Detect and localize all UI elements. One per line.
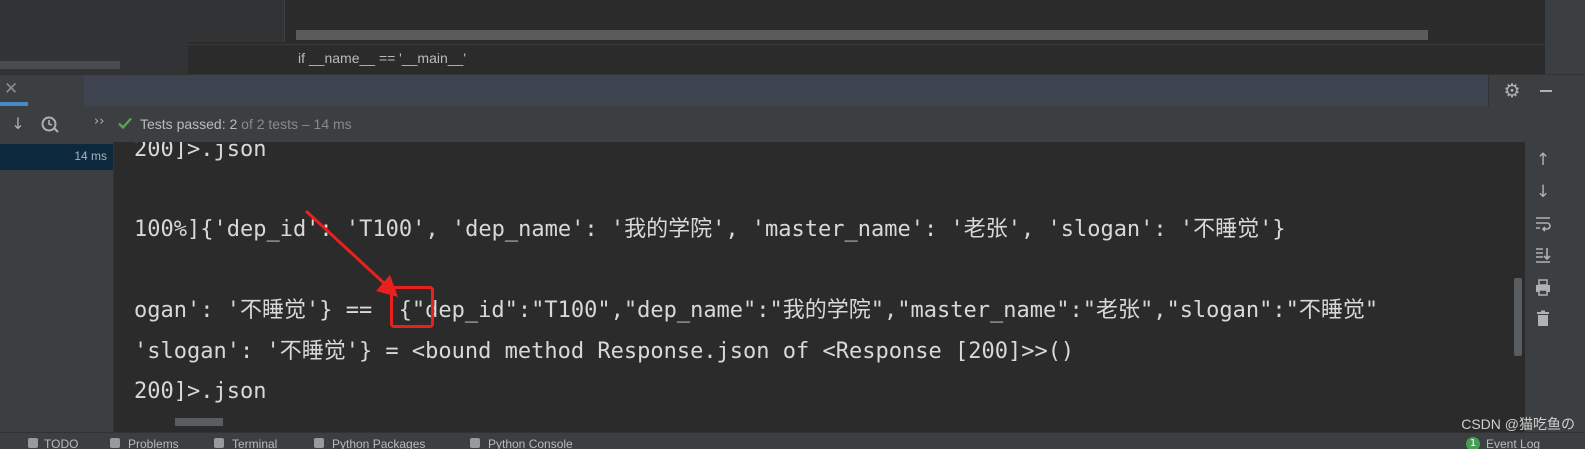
gear-icon[interactable]: ⚙ bbox=[1502, 81, 1522, 101]
console-line: ogan': '不睡觉'} == '{"dep_id":"T100","dep_… bbox=[134, 298, 1379, 323]
problems-icon bbox=[110, 438, 120, 448]
editor-area: if __name__ == '__main__' bbox=[0, 0, 1585, 74]
right-sidebar-strip bbox=[1545, 0, 1585, 74]
tool-tab-problems[interactable]: Problems bbox=[128, 437, 179, 449]
arrow-down-icon[interactable]: ↓ bbox=[1533, 182, 1553, 202]
editor-horizontal-scrollbar[interactable] bbox=[296, 30, 1428, 40]
trash-icon[interactable] bbox=[1533, 310, 1553, 330]
print-icon[interactable] bbox=[1533, 278, 1553, 298]
close-icon[interactable]: ✕ bbox=[4, 81, 18, 98]
event-log-badge: 1 bbox=[1466, 437, 1480, 449]
tests-summary-label: of 2 tests – 14 ms bbox=[237, 116, 352, 132]
tool-tab-python-packages[interactable]: Python Packages bbox=[332, 437, 425, 449]
breadcrumb-bar: if __name__ == '__main__' bbox=[188, 44, 1585, 73]
tool-tab-todo[interactable]: TODO bbox=[44, 437, 78, 449]
test-tree: 14 ms bbox=[0, 142, 114, 432]
project-panel-strip bbox=[0, 0, 188, 74]
tool-tab-event-log[interactable]: Event Log bbox=[1486, 437, 1540, 449]
console-line: 100%]{'dep_id': 'T100', 'dep_name': '我的学… bbox=[134, 217, 1286, 242]
test-tree-row-selected[interactable]: 14 ms bbox=[0, 144, 113, 170]
console-line: 200]>.json bbox=[134, 379, 267, 404]
todo-icon bbox=[28, 438, 38, 448]
soft-wrap-icon[interactable] bbox=[1533, 214, 1553, 234]
scroll-to-end-icon[interactable] bbox=[1533, 246, 1553, 266]
tab-segment[interactable] bbox=[456, 75, 827, 107]
run-toolbar: ↓ ›› Tests passed: 2 of 2 tests – 14 ms bbox=[0, 106, 1585, 143]
history-icon[interactable] bbox=[40, 114, 60, 139]
console-vertical-scrollbar[interactable] bbox=[1514, 278, 1522, 356]
tab-segment[interactable] bbox=[1198, 75, 1489, 107]
test-status: Tests passed: 2 of 2 tests – 14 ms bbox=[140, 116, 352, 132]
editor-gutter bbox=[188, 0, 285, 42]
sort-down-icon[interactable]: ↓ bbox=[8, 114, 28, 134]
python-console-icon bbox=[470, 438, 480, 448]
project-panel-scrollbar[interactable] bbox=[0, 61, 120, 69]
python-packages-icon bbox=[314, 438, 324, 448]
breadcrumb[interactable]: if __name__ == '__main__' bbox=[298, 50, 466, 66]
test-duration: 14 ms bbox=[74, 149, 107, 163]
bottom-tool-bar: TODO Problems Terminal Python Packages P… bbox=[0, 432, 1585, 449]
console-line: 200]>.json bbox=[134, 142, 267, 162]
tab-segment[interactable] bbox=[826, 75, 1199, 107]
tool-tab-terminal[interactable]: Terminal bbox=[232, 437, 277, 449]
console-line: 'slogan': '不睡觉'} = <bound method Respons… bbox=[134, 339, 1075, 364]
tab-segment[interactable] bbox=[84, 75, 457, 107]
run-tool-window-header: ✕ ⚙ bbox=[0, 74, 1585, 107]
editor-scrollbar-thumb[interactable] bbox=[296, 30, 1428, 40]
terminal-icon bbox=[214, 438, 224, 448]
arrow-up-icon[interactable]: ↑ bbox=[1533, 150, 1553, 170]
watermark: CSDN @猫吃鱼の bbox=[1461, 416, 1575, 432]
more-actions-icon[interactable]: ›› bbox=[94, 114, 104, 129]
console-side-toolbar: ↑ ↓ bbox=[1525, 142, 1585, 432]
console-output[interactable]: 200]>.json 100%]{'dep_id': 'T100', 'dep_… bbox=[114, 142, 1524, 432]
tool-tab-python-console[interactable]: Python Console bbox=[488, 437, 573, 449]
annotation-highlight-box bbox=[390, 286, 434, 328]
tests-passed-label: Tests passed: 2 bbox=[140, 116, 238, 132]
minimize-icon[interactable] bbox=[1540, 90, 1552, 92]
check-icon bbox=[118, 117, 132, 130]
console-horizontal-scrollbar[interactable] bbox=[175, 418, 223, 426]
